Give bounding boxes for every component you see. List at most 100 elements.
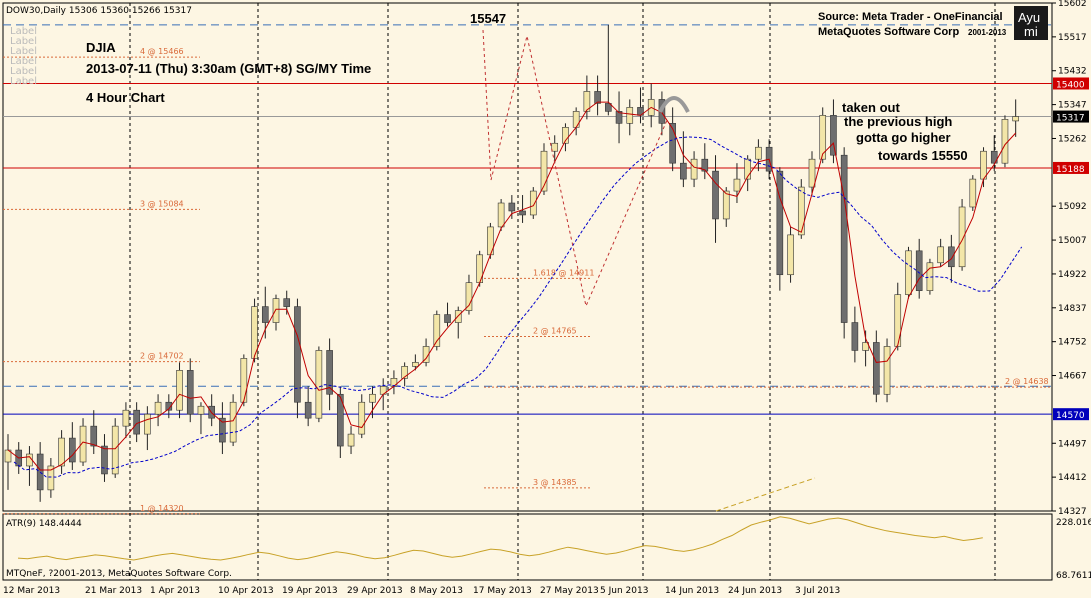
candle-body	[969, 178, 977, 208]
y-tick-label: 14327	[1058, 507, 1087, 517]
candle-body	[722, 190, 730, 220]
candle-body	[830, 115, 837, 156]
fib-level-label: 3 @ 14385	[533, 478, 577, 487]
candle-body	[101, 445, 108, 475]
candle-body	[229, 401, 237, 443]
candle-body	[840, 154, 848, 323]
candle-body	[1012, 116, 1019, 122]
atr-label: ATR(9) 148.4444	[6, 519, 82, 529]
y-tick-label: 15007	[1058, 236, 1087, 246]
atr-tick-label: 68.7611	[1056, 571, 1091, 581]
candle-body	[412, 362, 419, 367]
x-tick-label: 1 Apr 2013	[150, 586, 200, 596]
candle-body	[304, 401, 312, 419]
fib-level-label: 2 @ 14702	[140, 352, 184, 361]
candle-body	[186, 370, 194, 415]
y-tick-label: 14412	[1058, 473, 1087, 483]
candle-body	[915, 250, 923, 291]
x-tick-label: 24 Jun 2013	[728, 586, 782, 596]
atr-tick-label: 228.0167	[1056, 518, 1091, 528]
x-tick-label: 19 Apr 2013	[282, 586, 338, 596]
footer-copyright: MTQneF, ?2001-2013, MetaQuotes Software …	[6, 569, 232, 579]
candle-body	[948, 246, 955, 268]
candle-body	[980, 150, 987, 180]
fib-level-label: 3 @ 15084	[140, 199, 184, 208]
candle-body	[261, 306, 269, 323]
candle-body	[315, 350, 323, 419]
chart-window: 12 Mar 2013 21 Mar 2013 1 Apr 2013 10 Apr 2…	[0, 0, 1091, 598]
price-tag-label: 14570	[1056, 411, 1085, 421]
candle-body	[883, 346, 891, 395]
logo-top: Ayu	[1018, 10, 1040, 25]
note-comment-line: the previous high	[844, 114, 952, 129]
note-date: 2013-07-11 (Thu) 3:30am (GMT+8) SG/MY Ti…	[86, 61, 371, 76]
candle-body	[369, 393, 376, 403]
candle-body	[873, 342, 880, 395]
price-tag-label: 15188	[1056, 165, 1085, 175]
candle-body	[680, 162, 687, 180]
candle-body	[465, 282, 473, 311]
x-tick-label: 10 Apr 2013	[218, 586, 274, 596]
x-tick-label: 14 Jun 2013	[665, 586, 719, 596]
x-tick-label: 3 Jul 2013	[795, 586, 840, 596]
candle-body	[122, 409, 130, 427]
note-comment-line: towards 15550	[878, 148, 968, 163]
candle-body	[733, 178, 741, 192]
candle-body	[497, 202, 505, 228]
candle-body	[529, 190, 537, 216]
candle-body	[797, 186, 805, 236]
candle-body	[551, 142, 559, 152]
fib-level-label: 1 @ 14320	[140, 504, 184, 513]
note-ticker: DJIA	[86, 40, 116, 55]
candle-body	[347, 433, 355, 447]
candle-body	[197, 405, 205, 415]
x-tick-label: 27 May 2013	[540, 586, 599, 596]
y-tick-label: 15432	[1058, 67, 1087, 77]
source-line1: Source: Meta Trader - OneFinancial	[818, 11, 1003, 23]
y-tick-label: 14497	[1058, 439, 1087, 449]
candle-body	[176, 370, 183, 411]
candle-body	[111, 425, 119, 475]
note-peak: 15547	[470, 11, 506, 26]
source-years: 2001-2013	[968, 28, 1007, 37]
candle-body	[1001, 119, 1009, 164]
candle-body	[776, 170, 784, 276]
candle-body	[144, 413, 151, 435]
note-timeframe: 4 Hour Chart	[86, 90, 165, 105]
candle-body	[905, 250, 912, 295]
candle-body	[690, 158, 698, 180]
price-tag-label: 15317	[1056, 114, 1085, 124]
fib-level-label: 2 @ 14638	[1005, 377, 1049, 386]
candle-body	[154, 401, 162, 415]
candle-body	[787, 234, 794, 276]
price-tag-label: 15400	[1056, 80, 1085, 90]
x-tick-label: 5 Jun 2013	[600, 586, 648, 596]
candle-body	[519, 210, 526, 216]
y-tick-label: 15347	[1058, 101, 1087, 111]
candle-body	[133, 409, 140, 435]
fib-level-label: 2 @ 14765	[533, 326, 577, 335]
x-tick-label: 29 Apr 2013	[347, 586, 403, 596]
candle-body	[444, 314, 451, 323]
x-tick-label: 8 May 2013	[410, 586, 463, 596]
candle-body	[240, 358, 248, 403]
note-comment-line: gotta go higher	[856, 130, 951, 145]
note-comment-line: taken out	[842, 100, 900, 115]
fib-level-label: 4 @ 15466	[140, 47, 184, 56]
candle-body	[808, 158, 816, 188]
x-tick-label: 17 May 2013	[473, 586, 532, 596]
candle-body	[58, 437, 65, 467]
candle-body	[283, 298, 291, 307]
candle-body	[937, 246, 944, 264]
candle-body	[851, 322, 859, 351]
label-stack-item: Label	[10, 76, 37, 87]
candle-body	[508, 202, 516, 212]
candle-body	[36, 453, 44, 491]
source-line2: MetaQuotes Software Corp	[818, 26, 959, 38]
y-tick-label: 15262	[1058, 134, 1087, 144]
candle-body	[755, 146, 762, 160]
fib-level-label: 1.618 @ 14911	[533, 268, 594, 277]
y-tick-label: 15602	[1058, 0, 1087, 9]
y-tick-label: 15092	[1058, 202, 1087, 212]
x-tick-label: 21 Mar 2013	[85, 586, 142, 596]
